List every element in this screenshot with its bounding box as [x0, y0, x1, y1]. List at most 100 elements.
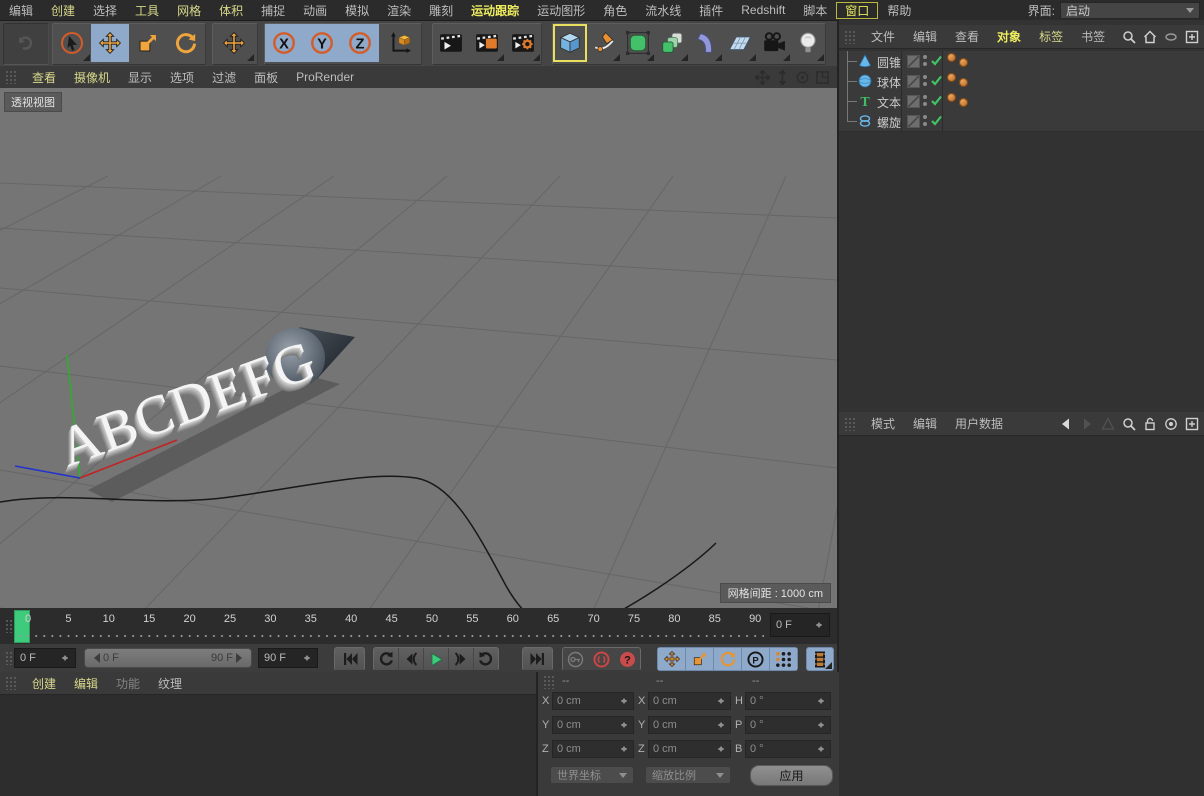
enable-toggle[interactable]: [930, 114, 943, 127]
object-row[interactable]: 圆锥: [839, 51, 1204, 72]
range-left-arrow-icon[interactable]: [89, 653, 100, 663]
stepper-icon[interactable]: [818, 719, 826, 731]
up-level-icon[interactable]: [1100, 416, 1115, 431]
next-frame-button[interactable]: [449, 648, 474, 670]
rotation-field[interactable]: 0 °: [745, 692, 831, 710]
scale-mode-dropdown[interactable]: 缩放比例: [645, 766, 731, 784]
menu-item[interactable]: 流水线: [636, 2, 690, 19]
x-axis-lock-button[interactable]: X: [265, 24, 303, 62]
object-type-icon[interactable]: T: [858, 94, 872, 108]
object-tag-icon[interactable]: [959, 78, 968, 87]
enable-toggle[interactable]: [930, 94, 943, 107]
menu-item[interactable]: 捕捉: [252, 2, 294, 19]
menu-item[interactable]: 工具: [126, 2, 168, 19]
object-type-icon[interactable]: [858, 54, 872, 68]
move-tool-button[interactable]: [91, 24, 129, 62]
menu-item[interactable]: 窗口: [836, 2, 878, 19]
menu-item[interactable]: 体积: [210, 2, 252, 19]
go-to-start-button[interactable]: [334, 647, 365, 671]
menu-item[interactable]: 模式: [862, 415, 904, 432]
panel-grip[interactable]: [844, 30, 857, 44]
go-to-end-button[interactable]: [522, 647, 553, 671]
menu-item[interactable]: 查看: [23, 69, 65, 86]
stepper-icon[interactable]: [62, 652, 70, 664]
cloner-button[interactable]: [655, 24, 689, 62]
target-icon[interactable]: [1163, 416, 1178, 431]
menu-item[interactable]: 编辑: [0, 2, 42, 19]
menu-item[interactable]: 用户数据: [946, 415, 1012, 432]
coordinate-system-dropdown[interactable]: 世界坐标: [550, 766, 634, 784]
menu-item[interactable]: 过滤: [203, 69, 245, 86]
menu-item[interactable]: 帮助: [878, 2, 920, 19]
add-cube-primitive-button[interactable]: [553, 24, 587, 62]
stepper-icon[interactable]: [818, 743, 826, 755]
deformer-button[interactable]: [689, 24, 723, 62]
floor-button[interactable]: [723, 24, 757, 62]
object-row[interactable]: 螺旋: [839, 111, 1204, 132]
search-icon[interactable]: [1121, 416, 1136, 431]
dolly-view-icon[interactable]: [774, 69, 791, 85]
object-name[interactable]: 球体: [877, 74, 901, 91]
rotation-field[interactable]: 0 °: [745, 740, 831, 758]
panel-grip[interactable]: [844, 417, 857, 431]
object-type-icon[interactable]: [858, 114, 872, 128]
object-row[interactable]: 球体: [839, 71, 1204, 92]
search-icon[interactable]: [1121, 29, 1136, 44]
previous-key-button[interactable]: [374, 648, 399, 670]
lock-icon[interactable]: [1142, 416, 1157, 431]
stepper-icon[interactable]: [818, 695, 826, 707]
layer-toggle[interactable]: [907, 55, 920, 68]
pan-view-icon[interactable]: [754, 69, 771, 85]
menu-item[interactable]: 查看: [946, 28, 988, 45]
rotation-field[interactable]: 0 °: [745, 716, 831, 734]
perspective-viewport[interactable]: Y Z X ABCDEFG 透视视图 网格间距 : 1000 cm: [0, 88, 837, 608]
timeline-panel-button[interactable]: [806, 647, 834, 671]
menu-item[interactable]: 面板: [245, 69, 287, 86]
stepper-icon[interactable]: [718, 743, 726, 755]
stepper-icon[interactable]: [621, 719, 629, 731]
apply-button[interactable]: 应用: [750, 765, 833, 786]
menu-item[interactable]: 编辑: [904, 28, 946, 45]
panel-grip[interactable]: [5, 676, 18, 690]
menu-item[interactable]: 创建: [23, 675, 65, 692]
keyframe-rotation-button[interactable]: [714, 648, 742, 670]
rotate-tool-button[interactable]: [167, 24, 205, 62]
object-tag-icon[interactable]: [947, 73, 956, 82]
menu-item[interactable]: 运动跟踪: [462, 2, 528, 19]
object-row[interactable]: T文本: [839, 91, 1204, 112]
visibility-toggles[interactable]: [923, 55, 928, 67]
menu-item[interactable]: 编辑: [904, 415, 946, 432]
frame-range-slider[interactable]: 0 F 90 F: [84, 648, 252, 668]
menu-item[interactable]: 动画: [294, 2, 336, 19]
view-label[interactable]: 透视视图: [4, 92, 62, 112]
menu-item[interactable]: 摄像机: [65, 69, 119, 86]
add-panel-icon[interactable]: [1184, 416, 1199, 431]
menu-item[interactable]: 网格: [168, 2, 210, 19]
menu-item[interactable]: 书签: [1072, 28, 1114, 45]
menu-item[interactable]: 脚本: [794, 2, 836, 19]
rotate-view-icon[interactable]: [794, 69, 811, 85]
render-picture-viewer-button[interactable]: [469, 24, 505, 62]
menu-item[interactable]: ProRender: [287, 70, 363, 84]
position-field[interactable]: 0 cm: [552, 716, 634, 734]
range-right-arrow-icon[interactable]: [236, 653, 247, 663]
visibility-toggles[interactable]: [923, 75, 928, 87]
last-tool-move-button[interactable]: [213, 24, 255, 62]
panel-grip[interactable]: [5, 70, 18, 84]
y-axis-lock-button[interactable]: Y: [303, 24, 341, 62]
object-tag-icon[interactable]: [947, 93, 956, 102]
coordinate-system-button[interactable]: [379, 24, 421, 62]
visibility-toggles[interactable]: [923, 95, 928, 107]
menu-item[interactable]: 选项: [161, 69, 203, 86]
panel-grip[interactable]: [543, 675, 556, 689]
size-field[interactable]: 0 cm: [648, 716, 731, 734]
interface-dropdown[interactable]: 启动: [1060, 2, 1200, 19]
render-view-button[interactable]: [433, 24, 469, 62]
history-back-icon[interactable]: [1058, 416, 1073, 431]
filter-icon[interactable]: [1163, 29, 1178, 44]
enable-toggle[interactable]: [930, 74, 943, 87]
current-frame-field[interactable]: 0 F: [770, 613, 830, 637]
menu-item[interactable]: 创建: [42, 2, 84, 19]
z-axis-lock-button[interactable]: Z: [341, 24, 379, 62]
record-key-button[interactable]: [563, 648, 589, 670]
